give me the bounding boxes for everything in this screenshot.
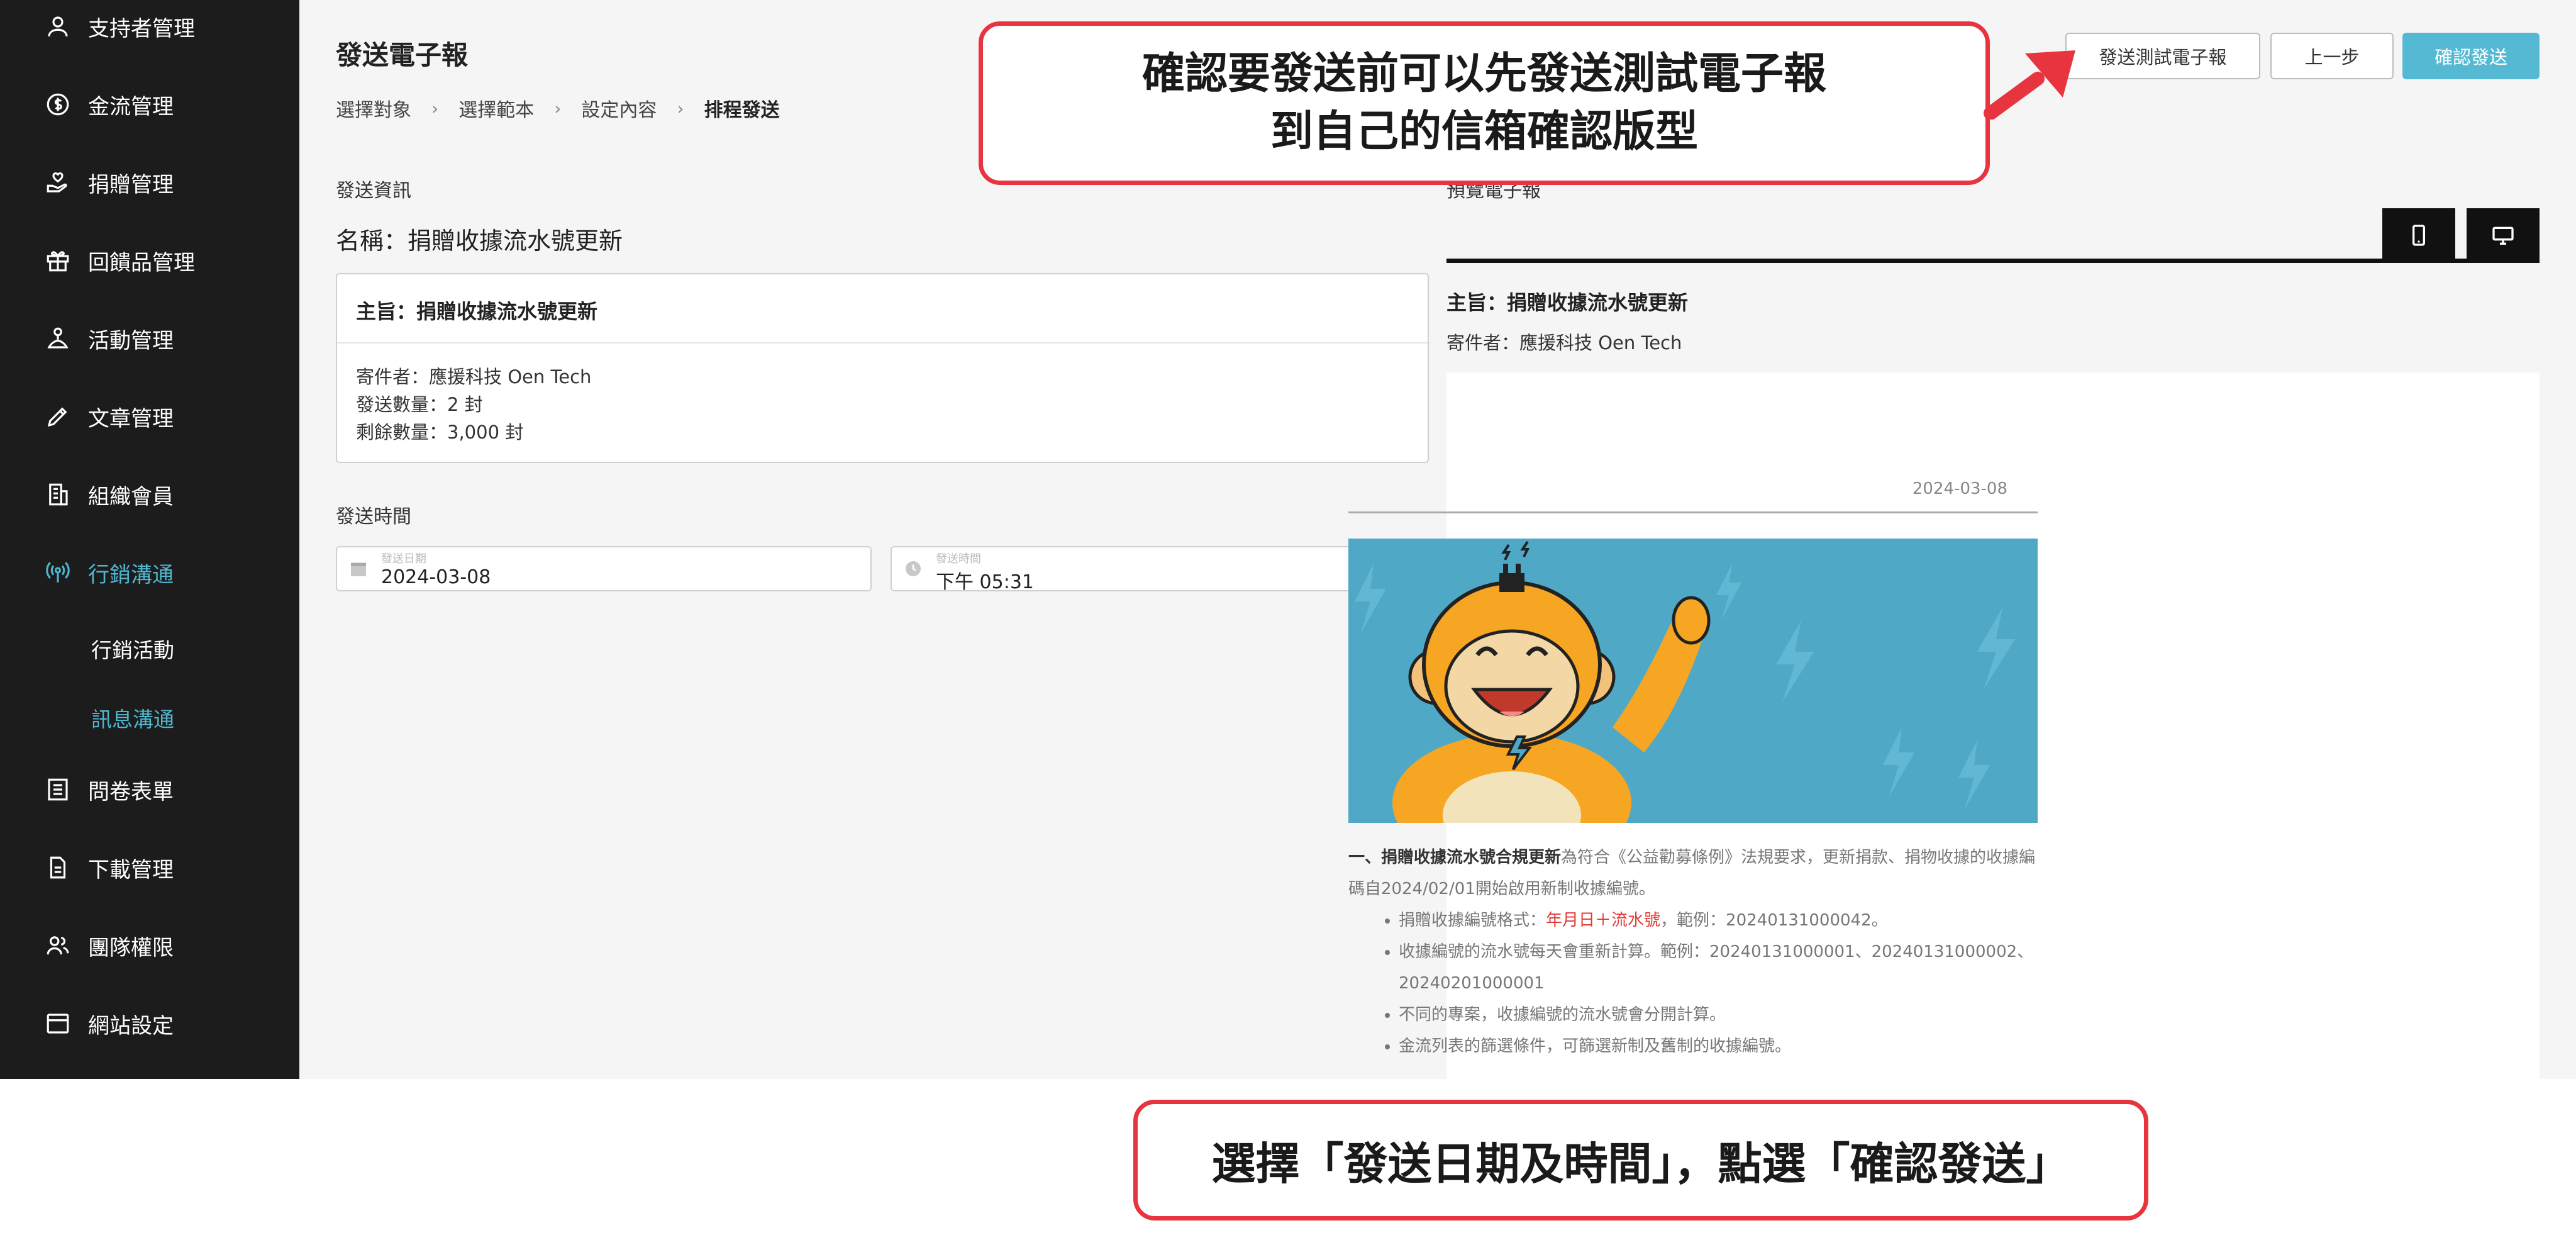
preview-subject: 主旨：捐贈收據流水號更新: [1446, 291, 1689, 315]
list-item: 捐贈收據編號格式：年月日＋流水號，範例：20240131000042。: [1399, 905, 2038, 936]
sidebar: 支持者管理 金流管理 捐贈管理 回饋品管理 活動管理 文章管理 組織會員 行銷溝…: [0, 0, 299, 1079]
document-icon: [44, 854, 72, 881]
sidebar-item-donations[interactable]: 捐贈管理: [0, 143, 299, 221]
hand-heart-icon: [44, 169, 72, 196]
card-sender: 寄件者：應援科技 Oen Tech: [356, 366, 592, 388]
chevron-right-icon: ›: [554, 98, 562, 119]
sidebar-item-org-members[interactable]: 組織會員: [0, 455, 299, 534]
sidebar-item-marketing[interactable]: 行銷溝通: [0, 534, 299, 612]
sidebar-item-articles[interactable]: 文章管理: [0, 377, 299, 455]
sidebar-item-label: 問卷表單: [88, 779, 174, 805]
bullet1-highlight: 年月日＋流水號: [1546, 911, 1661, 930]
person-icon: [44, 13, 72, 40]
sidebar-item-team[interactable]: 團隊權限: [0, 907, 299, 985]
sidebar-item-label: 活動管理: [88, 328, 174, 354]
callout-confirm-send-tip: 選擇「發送日期及時間」，點選「確認發送」: [1133, 1100, 2148, 1221]
callout-top-line2: 到自己的信箱確認版型: [1270, 107, 1698, 157]
send-date-value: 2024-03-08: [381, 566, 491, 588]
sidebar-subitem-messages[interactable]: 訊息溝通: [91, 703, 174, 733]
send-info-label: 發送資訊: [336, 180, 411, 202]
list-item: 收據編號的流水號每天會重新計算。範例：20240131000001、202401…: [1399, 936, 2038, 999]
newsletter-date: 2024-03-08: [1912, 479, 2007, 498]
team-icon: [44, 932, 72, 959]
sidebar-item-payments[interactable]: 金流管理: [0, 65, 299, 143]
newsletter-banner-image: [1348, 539, 2038, 823]
sidebar-item-label: 行銷溝通: [88, 562, 174, 588]
bullet1-prefix: 捐贈收據編號格式：: [1399, 911, 1546, 930]
send-date-label: 發送日期: [381, 552, 426, 566]
sidebar-item-label: 下載管理: [88, 857, 174, 883]
card-divider: [337, 342, 1428, 344]
send-time-value: 下午 05:31: [936, 571, 1034, 593]
sidebar-item-label: 回饋品管理: [88, 250, 195, 276]
breadcrumb-step[interactable]: 選擇對象: [336, 94, 411, 122]
clock-icon: [906, 561, 921, 576]
bullet1-suffix: ，範例：20240131000042。: [1660, 911, 1888, 930]
newsletter-bullet-list: 捐贈收據編號格式：年月日＋流水號，範例：20240131000042。 收據編號…: [1384, 905, 2038, 1062]
card-subject: 主旨：捐贈收據流水號更新: [356, 299, 598, 323]
sidebar-item-rewards[interactable]: 回饋品管理: [0, 221, 299, 299]
desktop-preview-button[interactable]: [2467, 208, 2540, 262]
arrow-icon: [1984, 50, 2075, 120]
send-date-field[interactable]: 發送日期 2024-03-08: [336, 546, 872, 591]
breadcrumb-step-current: 排程發送: [704, 99, 780, 121]
pen-icon: [44, 403, 72, 430]
sidebar-item-site-settings[interactable]: 網站設定: [0, 985, 299, 1063]
breadcrumb-step[interactable]: 設定內容: [581, 94, 657, 122]
sidebar-item-label: 捐贈管理: [88, 172, 174, 198]
dollar-coin-icon: [44, 91, 72, 118]
browser-window-icon: [44, 1010, 72, 1037]
event-icon: [44, 325, 72, 352]
building-icon: [44, 481, 72, 508]
preview-sender: 寄件者：應援科技 Oen Tech: [1446, 332, 1682, 354]
sidebar-item-label: 文章管理: [88, 406, 174, 432]
preview-divider: [1446, 259, 2540, 263]
send-time-label-small: 發送時間: [936, 552, 981, 566]
card-remaining: 剩餘數量：3,000 封: [356, 422, 524, 443]
list-item: 不同的專案，收據編號的流水號會分開計算。: [1399, 999, 2038, 1031]
sidebar-item-surveys[interactable]: 問卷表單: [0, 751, 299, 829]
send-info-card: 主旨：捐贈收據流水號更新 寄件者：應援科技 Oen Tech 發送數量：2 封 …: [336, 273, 1429, 463]
breadcrumb: 選擇對象 › 選擇範本 › 設定內容 › 排程發送: [336, 94, 800, 122]
send-test-button[interactable]: 發送測試電子報: [2065, 33, 2260, 79]
newsletter-rule: [1348, 511, 2038, 513]
sidebar-item-downloads[interactable]: 下載管理: [0, 829, 299, 907]
desktop-icon: [2492, 226, 2514, 245]
sidebar-item-label: 金流管理: [88, 94, 174, 120]
sidebar-subitem-campaigns[interactable]: 行銷活動: [91, 634, 174, 664]
monkey-mascot-illustration: [1348, 539, 2038, 823]
list-item: 金流列表的篩選條件，可篩選新制及舊制的收據編號。: [1399, 1031, 2038, 1062]
gift-icon: [44, 247, 72, 274]
sidebar-item-events[interactable]: 活動管理: [0, 299, 299, 377]
chevron-right-icon: ›: [431, 98, 439, 119]
breadcrumb-step[interactable]: 選擇範本: [458, 94, 534, 122]
newsletter-paragraph-heading: 一、捐贈收據流水號合規更新: [1348, 848, 1562, 867]
list-icon: [44, 776, 72, 803]
card-send-count: 發送數量：2 封: [356, 394, 483, 415]
sidebar-item-label: 支持者管理: [88, 16, 195, 42]
calendar-icon: [351, 562, 366, 576]
callout-top-line1: 確認要發送前可以先發送測試電子報: [1141, 49, 1826, 99]
chevron-right-icon: ›: [677, 98, 684, 119]
sidebar-item-label: 團隊權限: [88, 935, 174, 961]
callout-test-send-tip: 確認要發送前可以先發送測試電子報 到自己的信箱確認版型: [979, 21, 1990, 185]
confirm-send-button[interactable]: 確認發送: [2402, 33, 2540, 79]
mobile-preview-button[interactable]: [2382, 208, 2455, 262]
sidebar-item-label: 組織會員: [88, 484, 174, 510]
back-button[interactable]: 上一步: [2270, 33, 2394, 79]
sidebar-item-supporters[interactable]: 支持者管理: [0, 0, 299, 65]
newsletter-name: 名稱：捐贈收據流水號更新: [336, 227, 623, 255]
page-title: 發送電子報: [336, 40, 469, 70]
mobile-icon: [2412, 225, 2425, 246]
sidebar-item-label: 網站設定: [88, 1013, 174, 1039]
newsletter-paragraph: 一、捐贈收據流水號合規更新為符合《公益勸募條例》法規要求，更新捐款、捐物收據的收…: [1348, 842, 2038, 905]
send-time-label: 發送時間: [336, 506, 411, 528]
broadcast-icon: [44, 559, 72, 586]
